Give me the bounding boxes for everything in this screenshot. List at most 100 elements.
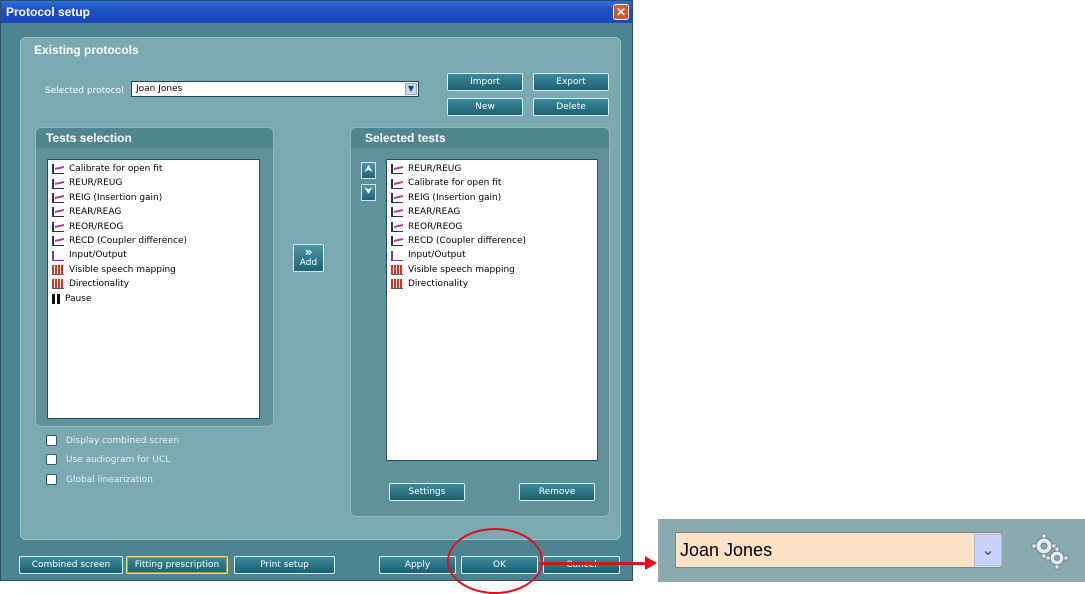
list-item[interactable]: Calibrate for open fit xyxy=(391,176,593,190)
list-item[interactable]: REIG (Insertion gain) xyxy=(52,191,255,205)
use-audiogram-for-ucl-checkbox[interactable]: Use audiogram for UCL xyxy=(46,454,170,465)
zoomed-selected-protocol-field[interactable]: Joan Jones xyxy=(675,532,1002,568)
highlight-circle xyxy=(447,528,543,594)
tests-selection-list[interactable]: Calibrate for open fit REUR/REUG REIG (Ins… xyxy=(47,159,260,419)
checkbox-box[interactable] xyxy=(46,454,57,465)
list-item[interactable]: REIG (Insertion gain) xyxy=(391,191,593,205)
checkbox-label: Display combined screen xyxy=(66,435,180,446)
chevron-down-icon[interactable]: ▼ xyxy=(405,83,417,95)
cancel-button[interactable]: Cancel xyxy=(543,556,620,574)
add-button[interactable]: » Add xyxy=(293,244,324,272)
list-item-label: Input/Output xyxy=(408,250,466,261)
curve-icon xyxy=(391,236,403,247)
delete-button[interactable]: Delete xyxy=(533,98,609,116)
list-item[interactable]: REUR/REUG xyxy=(391,162,593,176)
fitting-prescription-label: Fitting prescription xyxy=(134,560,220,570)
list-item-label: RECD (Coupler difference) xyxy=(69,235,188,246)
protocol-setup-window: Protocol setup ✕ Existing protocols Sele… xyxy=(0,0,633,581)
gear-icon[interactable] xyxy=(1030,531,1070,571)
list-item[interactable]: REOR/REOG xyxy=(391,220,593,234)
close-icon[interactable]: ✕ xyxy=(613,4,629,20)
selected-tests-panel: Selected tests ⮝ ⮟ REUR/REUG Calibrate fo… xyxy=(350,127,610,517)
curve-icon xyxy=(391,192,403,203)
pause-icon xyxy=(52,293,60,304)
checkbox-box[interactable] xyxy=(46,435,57,446)
print-setup-button[interactable]: Print setup xyxy=(234,556,335,574)
move-up-icon[interactable]: ⮝ xyxy=(361,162,376,179)
tests-selection-panel: Tests selection Calibrate for open fit RE… xyxy=(35,127,274,427)
title-bar: Protocol setup ✕ xyxy=(1,1,632,23)
curve-icon xyxy=(391,207,403,218)
list-item[interactable]: RECD (Coupler difference) xyxy=(391,234,593,248)
list-item[interactable]: Directionality xyxy=(52,277,255,291)
list-item[interactable]: Visible speech mapping xyxy=(391,263,593,277)
selected-protocol-value: Joan Jones xyxy=(136,84,183,94)
apply-label: Apply xyxy=(404,560,431,570)
list-item[interactable]: RECD (Coupler difference) xyxy=(52,234,255,248)
zoomed-protocol-selector: Joan Jones ⌄ xyxy=(658,519,1085,582)
import-button[interactable]: Import xyxy=(447,73,523,91)
list-item-label: REUR/REUG xyxy=(408,164,462,174)
list-item[interactable]: Input/Output xyxy=(391,248,593,262)
settings-button[interactable]: Settings xyxy=(389,483,465,501)
list-item[interactable]: Calibrate for open fit xyxy=(52,162,255,176)
io-curve-icon xyxy=(52,250,64,261)
list-item-label: REUR/REUG xyxy=(69,178,123,189)
list-item-label: Pause xyxy=(65,293,92,304)
new-button[interactable]: New xyxy=(447,98,523,116)
selected-protocol-dropdown[interactable]: Joan Jones ▼ xyxy=(131,81,419,97)
add-label: Add xyxy=(299,258,318,268)
global-linearization-checkbox[interactable]: Global linearization xyxy=(46,474,153,485)
remove-label: Remove xyxy=(538,487,576,497)
move-down-icon[interactable]: ⮟ xyxy=(361,184,376,201)
list-item-label: REAR/REAG xyxy=(69,207,122,218)
list-item[interactable]: REAR/REAG xyxy=(52,205,255,219)
list-item[interactable]: REOR/REOG xyxy=(52,220,255,234)
checkbox-label: Use audiogram for UCL xyxy=(66,454,171,465)
export-button[interactable]: Export xyxy=(533,73,609,91)
new-label: New xyxy=(475,102,495,112)
selected-tests-header: Selected tests xyxy=(351,128,609,148)
list-item-label: REOR/REOG xyxy=(408,221,463,232)
curve-icon xyxy=(52,221,64,232)
selected-tests-list[interactable]: REUR/REUG Calibrate for open fit REIG (Ins… xyxy=(386,159,598,461)
checkbox-label: Global linearization xyxy=(66,474,154,485)
list-item[interactable]: Input/Output xyxy=(52,248,255,262)
curve-icon xyxy=(391,221,403,232)
list-item[interactable]: Visible speech mapping xyxy=(52,263,255,277)
curve-icon xyxy=(391,178,403,189)
combined-screen-button[interactable]: Combined screen xyxy=(19,556,123,574)
combined-screen-label: Combined screen xyxy=(31,560,111,570)
list-item[interactable]: REUR/REUG xyxy=(52,176,255,190)
bars-icon xyxy=(391,264,403,275)
import-label: Import xyxy=(470,77,500,87)
list-item-label: Calibrate for open fit xyxy=(408,178,502,189)
apply-button[interactable]: Apply xyxy=(379,556,456,574)
double-chevron-right-icon: » xyxy=(304,245,313,259)
list-item-label: RECD (Coupler difference) xyxy=(408,235,527,246)
callout-arrow-head xyxy=(645,556,657,570)
curve-icon xyxy=(52,236,64,247)
curve-icon xyxy=(391,164,403,175)
main-panel: Existing protocols Selected protocol Joa… xyxy=(20,37,621,540)
zoomed-selected-protocol-value: Joan Jones xyxy=(680,540,773,560)
display-combined-screen-checkbox[interactable]: Display combined screen xyxy=(46,435,179,446)
bars-icon xyxy=(391,279,403,290)
chevron-down-icon[interactable]: ⌄ xyxy=(974,534,1002,566)
list-item[interactable]: REAR/REAG xyxy=(391,205,593,219)
curve-icon xyxy=(52,178,64,189)
list-item-label: REOR/REOG xyxy=(69,221,124,232)
list-item[interactable]: Pause xyxy=(52,292,255,306)
fitting-prescription-button[interactable]: Fitting prescription xyxy=(126,556,228,574)
curve-icon xyxy=(52,192,64,203)
bars-icon xyxy=(52,264,64,275)
curve-icon xyxy=(52,164,64,175)
checkbox-box[interactable] xyxy=(46,474,57,485)
print-setup-label: Print setup xyxy=(260,560,309,570)
tests-selection-header: Tests selection xyxy=(36,128,273,148)
remove-button[interactable]: Remove xyxy=(519,483,595,501)
selected-protocol-label: Selected protocol xyxy=(45,86,124,96)
list-item[interactable]: Directionality xyxy=(391,277,593,291)
bars-icon xyxy=(52,279,64,290)
list-item-label: Visible speech mapping xyxy=(69,264,176,275)
